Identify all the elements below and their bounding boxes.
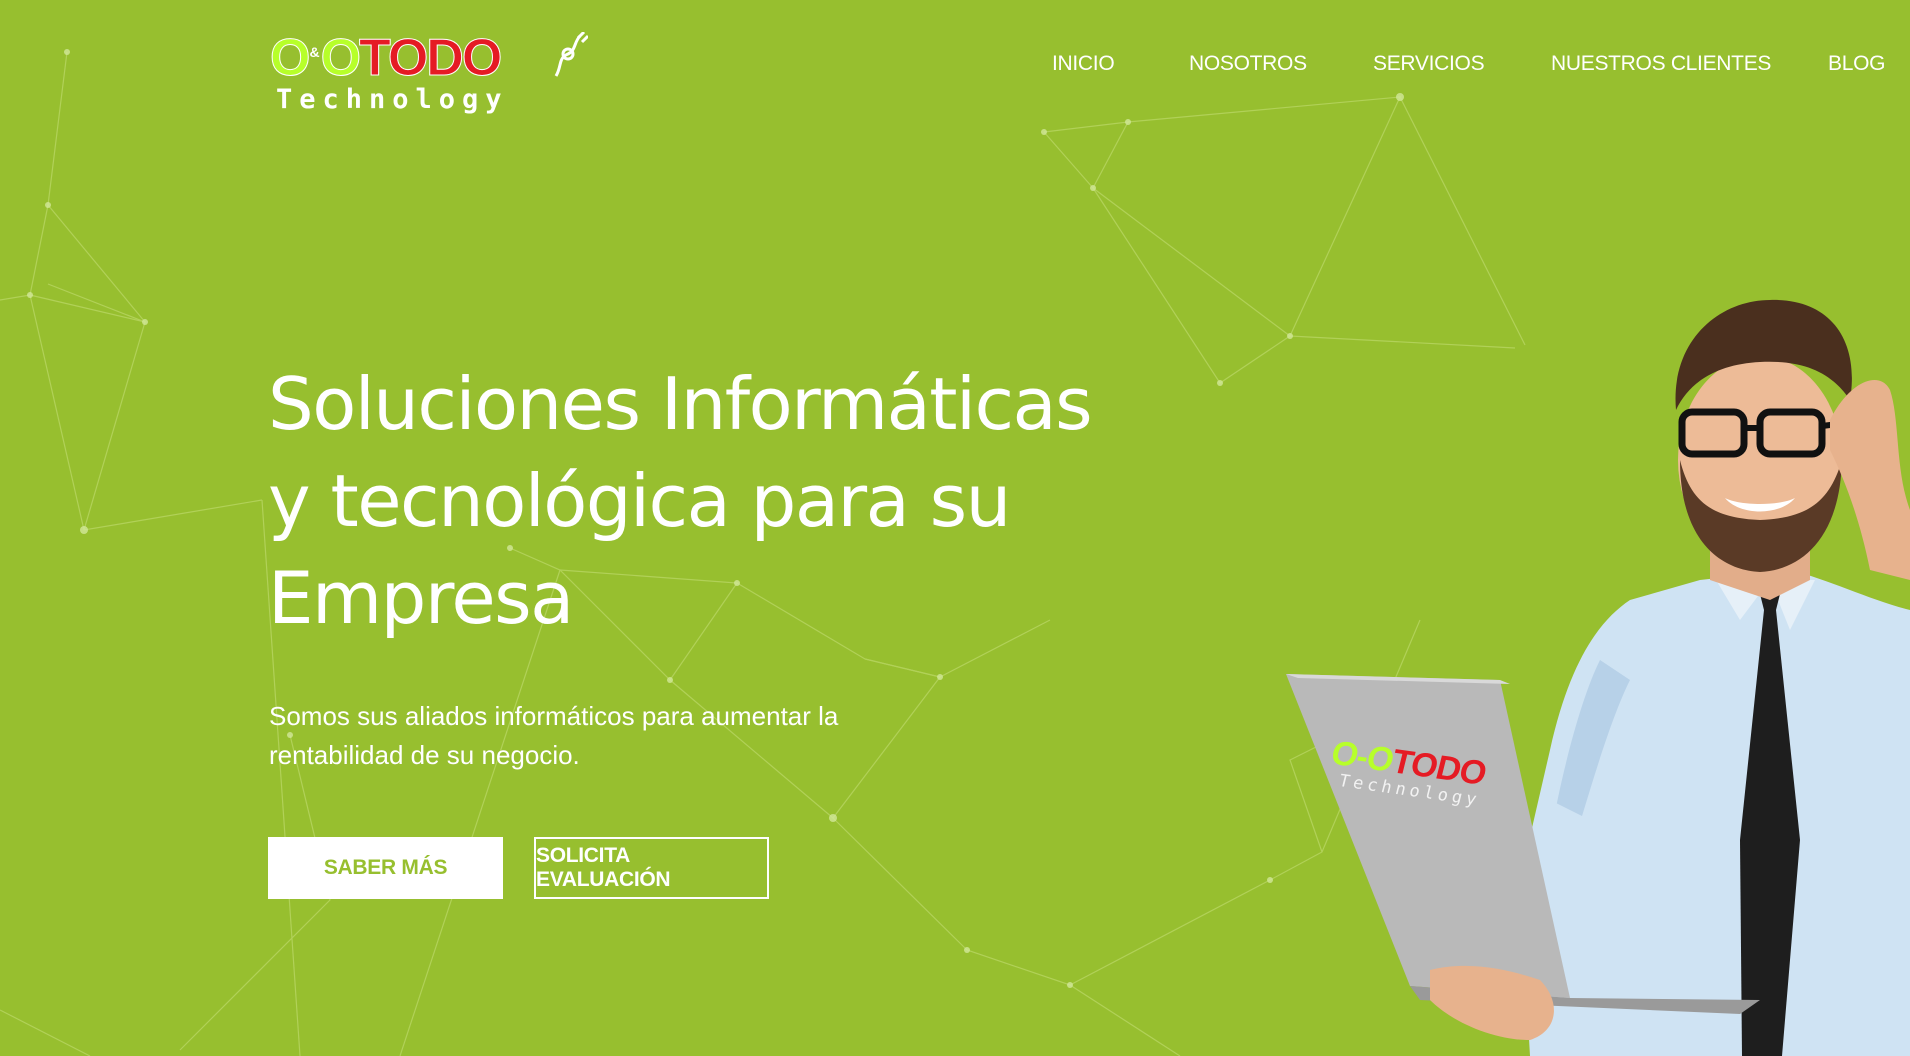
solicita-evaluacion-button[interactable]: SOLICITA EVALUACIÓN: [534, 837, 769, 899]
laptop-logo-oo: O-O: [1327, 734, 1398, 780]
hero-title-line-2: y tecnológica para su: [268, 459, 1011, 543]
main-nav: INICIO NOSOTROS SERVICIOS NUESTROS CLIEN…: [0, 52, 1910, 88]
hero-subtitle-line-2: rentabilidad de su negocio.: [269, 740, 580, 770]
nav-item-nuestros-clientes[interactable]: NUESTROS CLIENTES: [1551, 52, 1771, 76]
logo-tagline: Technology: [276, 84, 509, 115]
hero-subtitle-line-1: Somos sus aliados informáticos para aume…: [269, 701, 839, 731]
hero-title-line-3: Empresa: [268, 556, 574, 640]
hero-title-line-1: Soluciones Informáticas: [268, 362, 1093, 446]
landing-page: O&OTODO Technology INICIO NOSOTROS SERVI…: [0, 0, 1910, 1056]
nav-item-servicios[interactable]: SERVICIOS: [1373, 52, 1485, 76]
nav-item-blog[interactable]: BLOG: [1828, 52, 1885, 76]
saber-mas-button[interactable]: SABER MÁS: [268, 837, 503, 899]
hero-person-image: [1286, 299, 1910, 1056]
hero-subtitle: Somos sus aliados informáticos para aume…: [269, 697, 909, 775]
nav-item-inicio[interactable]: INICIO: [1052, 52, 1115, 76]
nav-item-nosotros[interactable]: NOSOTROS: [1189, 52, 1307, 76]
hero-title: Soluciones Informáticas y tecnológica pa…: [268, 356, 1168, 647]
